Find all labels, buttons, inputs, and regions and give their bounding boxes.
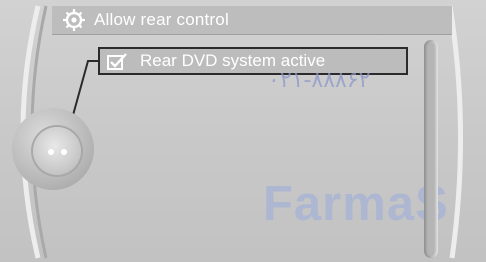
knob-dot-right	[61, 149, 67, 155]
idrive-screen: Allow rear control Rear DVD system activ…	[0, 0, 486, 262]
knob-dot-left	[48, 149, 54, 155]
controller-knob-icon[interactable]	[33, 127, 81, 175]
